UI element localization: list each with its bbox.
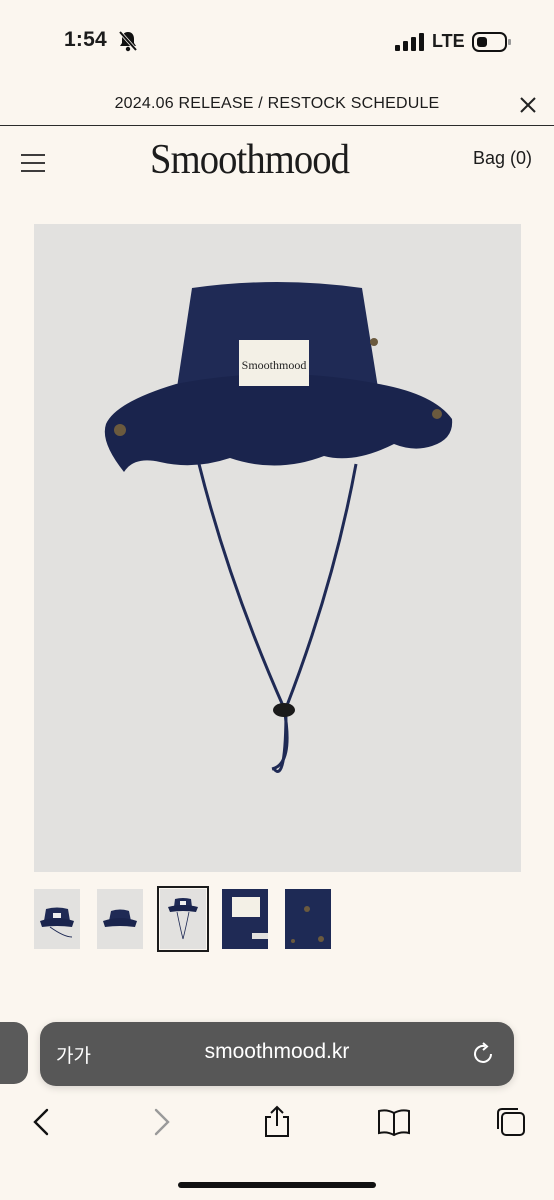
url-text[interactable]: smoothmood.kr — [40, 1040, 514, 1064]
signal-icon — [395, 33, 424, 51]
announcement-text[interactable]: 2024.06 RELEASE / RESTOCK SCHEDULE — [0, 95, 554, 113]
address-bar[interactable]: 가가 smoothmood.kr — [40, 1022, 514, 1086]
brand-logo[interactable]: Smoothmood — [150, 136, 384, 192]
thumbnail-3[interactable] — [157, 886, 209, 952]
share-icon[interactable] — [259, 1104, 295, 1140]
thumbnail-hat-icon — [168, 898, 198, 940]
bookmarks-icon[interactable] — [376, 1104, 412, 1140]
battery-icon — [472, 32, 511, 52]
back-icon[interactable] — [24, 1104, 60, 1140]
thumbnail-2[interactable] — [97, 889, 143, 949]
previous-tab-peek[interactable] — [0, 1022, 28, 1084]
thumbnail-1[interactable] — [34, 889, 80, 949]
bag-link[interactable]: Bag (0) — [473, 148, 532, 169]
forward-icon[interactable] — [143, 1104, 179, 1140]
bucket-hat-illustration: Smoothmood — [104, 282, 453, 773]
home-indicator — [178, 1182, 376, 1188]
thumbnail-5[interactable] — [285, 889, 331, 949]
tabs-icon[interactable] — [493, 1104, 529, 1140]
hat-label-text: Smoothmood — [242, 358, 307, 372]
product-main-image[interactable]: Smoothmood — [34, 224, 521, 872]
thumbnail-hat-icon — [103, 909, 137, 927]
thumbnail-4[interactable] — [222, 889, 268, 949]
thumbnail-eyelet-closeup — [291, 906, 324, 943]
reload-icon[interactable] — [470, 1041, 496, 1067]
thumbnail-hat-icon — [40, 907, 74, 938]
status-time: 1:54 — [64, 28, 107, 51]
announcement-bar: 2024.06 RELEASE / RESTOCK SCHEDULE — [0, 82, 554, 126]
hamburger-menu-icon[interactable] — [20, 152, 46, 174]
network-type: LTE — [432, 31, 465, 51]
bell-muted-icon — [118, 30, 138, 52]
thumbnail-label-closeup — [222, 889, 268, 949]
close-icon[interactable] — [518, 95, 538, 115]
